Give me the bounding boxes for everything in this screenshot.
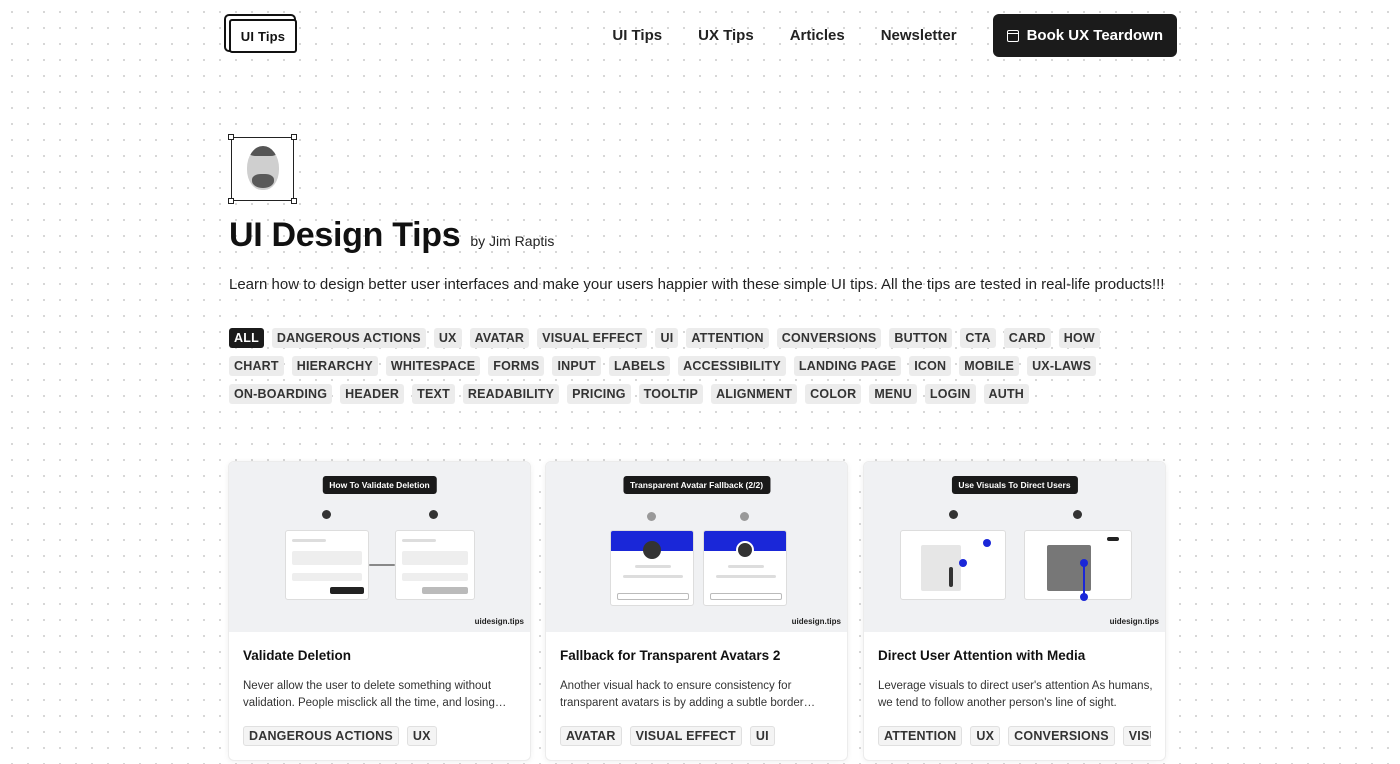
card-description: Another visual hack to ensure consistenc… <box>560 680 804 709</box>
card-tag[interactable]: AVATAR <box>560 726 622 746</box>
tag-filter-conversions[interactable]: CONVERSIONS <box>776 328 882 348</box>
intro-text: Learn how to design better user interfac… <box>229 276 1165 293</box>
card-tag[interactable]: CONVERSIONS <box>1008 726 1115 746</box>
tag-filter-icon[interactable]: ICON <box>909 356 952 376</box>
thumbnail-brand: uidesign.tips <box>474 617 524 626</box>
tag-filter-menu[interactable]: MENU <box>869 384 917 404</box>
logo-text: UI Tips <box>240 28 286 44</box>
tag-filter-readability[interactable]: READABILITY <box>462 384 560 404</box>
thumbnail-caption: How To Validate Deletion <box>322 476 437 494</box>
card-thumbnail: Transparent Avatar Fallback (2/2) uidesi… <box>546 462 847 632</box>
tag-filter-whitespace[interactable]: WHITESPACE <box>385 356 481 376</box>
nav-ux-tips[interactable]: UX Tips <box>698 27 754 44</box>
author-avatar <box>228 134 297 204</box>
card-tag[interactable]: UX <box>406 726 437 746</box>
card-description: Leverage visuals to direct user's attent… <box>878 680 1153 709</box>
tag-filter-forms[interactable]: FORMS <box>488 356 545 376</box>
page-title: UI Design Tips <box>229 216 461 254</box>
tag-filter-login[interactable]: LOGIN <box>924 384 976 404</box>
tip-card-direct-attention[interactable]: Use Visuals To Direct Users uidesign.tip… <box>863 461 1166 761</box>
nav-newsletter[interactable]: Newsletter <box>881 27 957 44</box>
site-logo[interactable]: UI Tips <box>229 19 297 53</box>
nav-articles[interactable]: Articles <box>790 27 845 44</box>
card-tag[interactable]: UI <box>749 726 775 746</box>
card-thumbnail: How To Validate Deletion uidesign.tips <box>229 462 530 632</box>
tag-filter-all[interactable]: ALL <box>229 328 264 348</box>
thumbnail-brand: uidesign.tips <box>1109 617 1159 626</box>
tip-card-validate-deletion[interactable]: How To Validate Deletion uidesign.tips V… <box>228 461 531 761</box>
tag-filter-button[interactable]: BUTTON <box>889 328 953 348</box>
thumbnail-brand: uidesign.tips <box>791 617 841 626</box>
tag-filter-dangerous-actions[interactable]: DANGEROUS ACTIONS <box>271 328 426 348</box>
tip-card-transparent-avatars[interactable]: Transparent Avatar Fallback (2/2) uidesi… <box>545 461 848 761</box>
card-tag[interactable]: VISUAL EFFECT <box>1122 726 1151 746</box>
tag-filter-ui[interactable]: UI <box>655 328 679 348</box>
tag-filter-attention[interactable]: ATTENTION <box>686 328 769 348</box>
tag-filter-ux-laws[interactable]: UX-LAWS <box>1027 356 1097 376</box>
tag-filter-chart[interactable]: CHART <box>229 356 284 376</box>
title-row: UI Design Tips by Jim Raptis <box>229 216 554 255</box>
card-tag[interactable]: UX <box>970 726 1001 746</box>
tag-filter-card[interactable]: CARD <box>1003 328 1051 348</box>
tag-filter-avatar[interactable]: AVATAR <box>469 328 530 348</box>
tag-filter-text[interactable]: TEXT <box>412 384 455 404</box>
calendar-icon <box>1006 29 1019 42</box>
author-photo <box>247 146 279 190</box>
tag-filter-color[interactable]: COLOR <box>805 384 862 404</box>
tag-filter-input[interactable]: INPUT <box>552 356 601 376</box>
nav-ui-tips[interactable]: UI Tips <box>612 27 662 44</box>
tag-filter-alignment[interactable]: ALIGNMENT <box>711 384 798 404</box>
tag-filter-how[interactable]: HOW <box>1058 328 1100 348</box>
tag-filter-on-boarding[interactable]: ON-BOARDING <box>229 384 333 404</box>
card-description: Never allow the user to delete something… <box>243 680 495 709</box>
tag-filter-tooltip[interactable]: TOOLTIP <box>638 384 704 404</box>
author-byline: by Jim Raptis <box>470 233 555 249</box>
card-tag[interactable]: DANGEROUS ACTIONS <box>243 726 399 746</box>
card-thumbnail: Use Visuals To Direct Users uidesign.tip… <box>864 462 1165 632</box>
book-ux-teardown-button[interactable]: Book UX Teardown <box>992 14 1177 57</box>
tag-filter-ux[interactable]: UX <box>433 328 462 348</box>
tag-filter-pricing[interactable]: PRICING <box>567 384 631 404</box>
card-tags: DANGEROUS ACTIONS UX <box>243 726 516 754</box>
tag-filter-landing-page[interactable]: LANDING PAGE <box>793 356 902 376</box>
main-nav: UI Tips UX Tips Articles Newsletter Book… <box>612 14 1177 57</box>
card-tag[interactable]: VISUAL EFFECT <box>629 726 742 746</box>
thumbnail-caption: Transparent Avatar Fallback (2/2) <box>622 476 771 494</box>
tag-filter-auth[interactable]: AUTH <box>983 384 1030 404</box>
tag-filter-visual-effect[interactable]: VISUAL EFFECT <box>537 328 648 348</box>
tag-filter-labels[interactable]: LABELS <box>608 356 671 376</box>
tag-filter-mobile[interactable]: MOBILE <box>959 356 1020 376</box>
card-tags: ATTENTION UX CONVERSIONS VISUAL EFFECT <box>878 726 1151 754</box>
cta-label: Book UX Teardown <box>1026 27 1163 44</box>
tag-filter-cta[interactable]: CTA <box>960 328 996 348</box>
thumbnail-caption: Use Visuals To Direct Users <box>951 476 1078 494</box>
tag-filter-accessibility[interactable]: ACCESSIBILITY <box>678 356 786 376</box>
card-title: Fallback for Transparent Avatars 2 <box>560 648 781 663</box>
card-tag[interactable]: ATTENTION <box>878 726 963 746</box>
card-title: Validate Deletion <box>243 648 352 663</box>
tag-filter-hierarchy[interactable]: HIERARCHY <box>291 356 378 376</box>
tag-filter-header[interactable]: HEADER <box>340 384 405 404</box>
card-tags: AVATAR VISUAL EFFECT UI <box>560 726 833 754</box>
tag-filter-list: ALL DANGEROUS ACTIONS UX AVATAR VISUAL EFFEC… <box>229 328 1159 412</box>
card-title: Direct User Attention with Media <box>878 648 1086 663</box>
